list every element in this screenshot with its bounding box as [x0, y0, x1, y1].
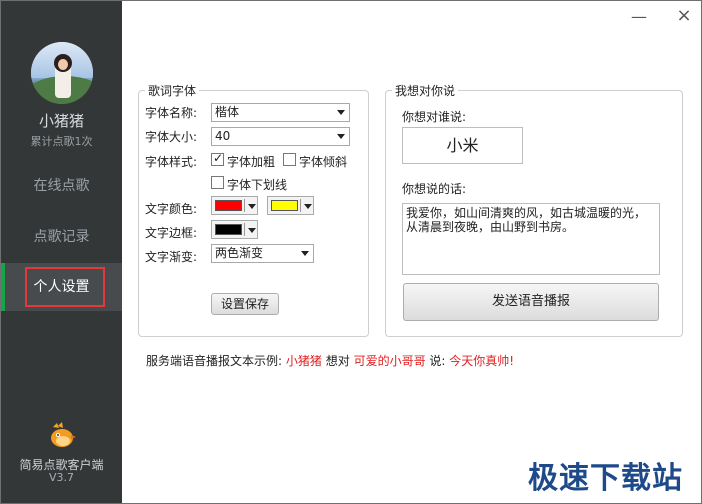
checkmark-icon: ✓ [213, 151, 224, 165]
broadcast-example: 服务端语音播报文本示例: 小猪猪 想对 可爱的小哥哥 说: 今天你真帅! [146, 352, 514, 369]
text-color-picker-1[interactable] [211, 196, 258, 215]
chevron-down-icon [301, 251, 309, 256]
example-say-word: 说: [429, 354, 446, 368]
example-to-word: 想对 [325, 354, 350, 368]
underline-label: 字体下划线 [227, 178, 288, 192]
font-size-label: 字体大小: [145, 130, 198, 144]
chevron-down-icon [248, 204, 256, 209]
save-settings-button[interactable]: 设置保存 [211, 293, 279, 315]
italic-label: 字体倾斜 [299, 155, 348, 169]
sidebar-item-label: 个人设置 [33, 279, 90, 295]
site-watermark: 极速下载站 [528, 461, 683, 496]
chevron-down-icon [337, 134, 345, 139]
lyrics-font-group: 歌词字体 字体名称: 楷体 字体大小: 40 字体样式: ✓ 字体加粗 字体倾斜… [138, 82, 369, 337]
chevron-down-icon [337, 110, 345, 115]
message-group: 我想对你说 你想对谁说: 小米 你想说的话: 我爱你，如山间清爽的风，如古城温暖… [385, 82, 683, 337]
text-border-label: 文字边框: [145, 226, 198, 240]
close-button[interactable]: × [671, 5, 697, 27]
font-size-select[interactable]: 40 [211, 127, 350, 146]
font-name-value: 楷体 [215, 105, 240, 119]
color-swatch [215, 200, 242, 211]
color-swatch [215, 224, 242, 235]
text-gradient-select[interactable]: 两色渐变 [211, 244, 314, 263]
font-size-value: 40 [215, 129, 231, 143]
chevron-down-icon [248, 228, 256, 233]
font-name-select[interactable]: 楷体 [211, 103, 350, 122]
recipient-label: 你想对谁说: [402, 110, 467, 124]
avatar[interactable] [31, 42, 93, 104]
recipient-input[interactable]: 小米 [402, 127, 523, 164]
color-swatch [271, 200, 298, 211]
sidebar-item-label: 在线点歌 [33, 178, 90, 194]
font-style-label: 字体样式: [145, 155, 198, 169]
example-prefix: 服务端语音播报文本示例: [146, 354, 283, 368]
message-value: 我爱你，如山间清爽的风，如古城温暖的光，从清晨到夜晚，由山野到书房。 [406, 206, 647, 234]
italic-checkbox[interactable] [283, 153, 296, 166]
group-legend: 我想对你说 [392, 82, 459, 99]
gradient-value: 两色渐变 [215, 246, 264, 260]
underline-checkbox[interactable] [211, 176, 224, 189]
text-color-picker-2[interactable] [267, 196, 314, 215]
sidebar-item-label: 点歌记录 [33, 229, 90, 245]
example-content: 今天你真帅! [449, 354, 515, 368]
font-name-label: 字体名称: [145, 106, 198, 120]
message-textarea[interactable]: 我爱你，如山间清爽的风，如古城温暖的光，从清晨到夜晚，由山野到书房。 [402, 203, 660, 275]
border-color-picker[interactable] [211, 220, 258, 239]
recipient-value: 小米 [446, 136, 479, 155]
sidebar: 小猪猪 累计点歌1次 在线点歌 点歌记录 个人设置 简易点歌客户端 V3.7 [1, 1, 122, 503]
bird-logo-icon [51, 422, 76, 447]
example-sender: 小猪猪 [285, 354, 322, 368]
text-color-label: 文字颜色: [145, 202, 198, 216]
minimize-button[interactable]: — [626, 7, 652, 27]
active-indicator [1, 263, 5, 311]
app-version: V3.7 [48, 471, 75, 484]
group-legend: 歌词字体 [145, 82, 200, 99]
username: 小猪猪 [38, 112, 84, 130]
sidebar-item-online-songs[interactable]: 在线点歌 [1, 162, 122, 210]
bold-checkbox[interactable]: ✓ [211, 151, 224, 166]
send-voice-broadcast-button[interactable]: 发送语音播报 [403, 283, 659, 321]
song-count: 累计点歌1次 [30, 135, 93, 148]
text-gradient-label: 文字渐变: [145, 250, 198, 264]
chevron-down-icon [304, 204, 312, 209]
sidebar-item-personal-settings[interactable]: 个人设置 [1, 263, 122, 311]
message-label: 你想说的话: [402, 182, 467, 196]
sidebar-item-song-history[interactable]: 点歌记录 [1, 213, 122, 261]
app-window: 小猪猪 累计点歌1次 在线点歌 点歌记录 个人设置 简易点歌客户端 V3.7 —… [0, 0, 702, 504]
bold-label: 字体加粗 [227, 155, 276, 169]
example-receiver: 可爱的小哥哥 [353, 354, 426, 368]
